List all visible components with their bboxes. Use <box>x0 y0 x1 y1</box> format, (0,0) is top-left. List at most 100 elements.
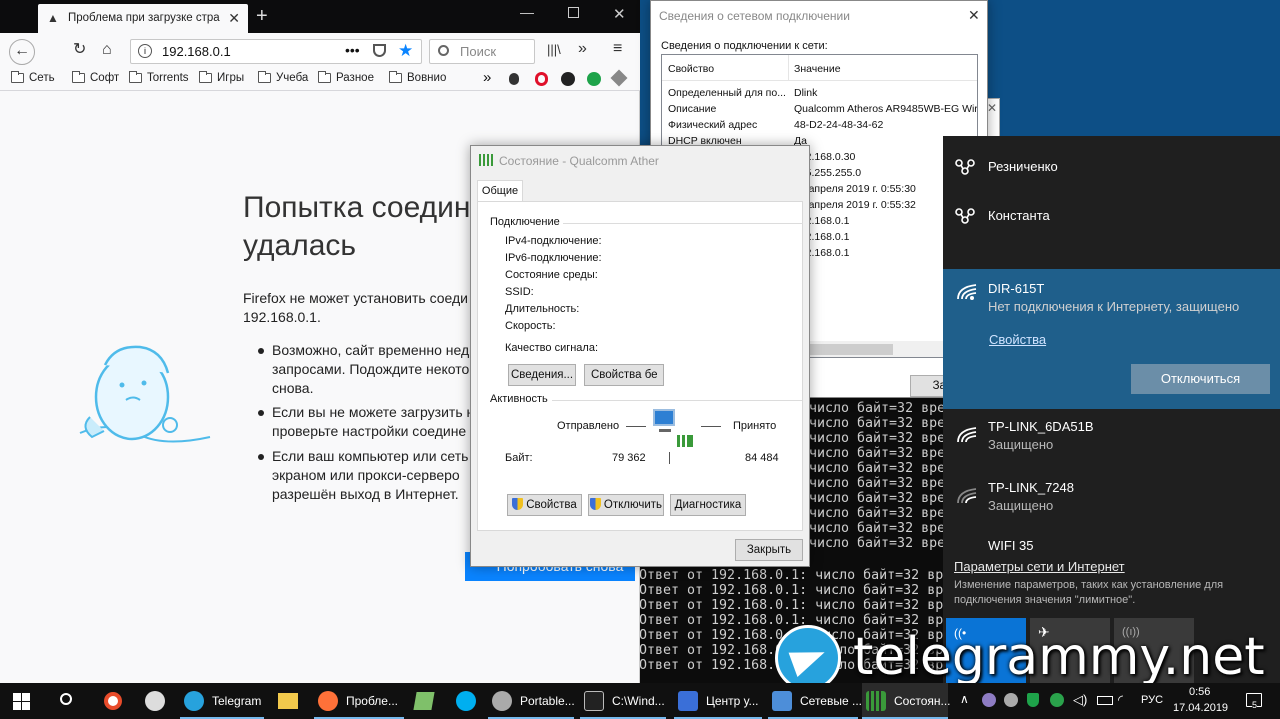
browser-tab[interactable]: ▲ Проблема при загрузке стра ✕ <box>38 4 248 33</box>
github-icon[interactable] <box>561 72 575 86</box>
clock-date[interactable]: 17.04.2019 <box>1173 702 1228 714</box>
reload-icon[interactable]: ↻ <box>73 40 86 60</box>
bullet-text: Если вы не можете загрузить н <box>272 404 475 420</box>
app-circle-icon[interactable] <box>145 691 165 711</box>
yandex-icon[interactable] <box>104 692 122 710</box>
url-text[interactable]: 192.168.0.1 <box>162 44 231 59</box>
wifi-network-item[interactable]: TP-LINK_7248 Защищено <box>943 477 1280 525</box>
network-name: Константа <box>988 208 1050 223</box>
wifi-network-connected[interactable]: DIR-615T Нет подключения к Интернету, за… <box>943 269 1280 409</box>
error-description: 192.168.0.1. <box>243 309 321 325</box>
tab-general[interactable]: Общие <box>477 180 523 202</box>
tray-chevron-icon[interactable]: ∧ <box>960 692 969 706</box>
properties-link[interactable]: Свойства <box>989 332 1046 347</box>
taskbar-network-connections[interactable]: Сетевые ... <box>768 683 862 719</box>
network-settings-link[interactable]: Параметры сети и Интернет <box>954 559 1125 574</box>
wifi-network-item[interactable]: WIFI 35 <box>943 536 1280 550</box>
taskbar-network-center[interactable]: Центр у... <box>674 683 762 719</box>
library-icon[interactable]: |||\ <box>547 40 561 60</box>
details-caption: Сведения о подключении к сети: <box>661 40 828 52</box>
wireless-properties-button[interactable]: Свойства бе <box>584 364 664 386</box>
extension-tag-icon[interactable] <box>610 69 628 87</box>
telegram-icon <box>184 691 204 711</box>
wifi-network-item[interactable]: Резниченко <box>943 144 1280 190</box>
console-line: число байт=32 врем <box>809 476 954 491</box>
taskbar-status[interactable]: Состоян... <box>862 683 951 719</box>
wifi-secured-icon <box>955 208 975 224</box>
search-placeholder: Поиск <box>460 44 497 59</box>
column-header[interactable]: Значение <box>794 63 841 76</box>
bookmark-folder[interactable]: Разное <box>318 71 374 84</box>
bookmark-folder[interactable]: Учеба <box>258 71 308 84</box>
url-bar[interactable]: i 192.168.0.1 ••• ★ <box>130 39 422 64</box>
taskbar-telegram[interactable]: Telegram <box>180 683 264 719</box>
bookmark-label: Игры <box>217 72 245 84</box>
back-button-icon[interactable]: ← <box>9 39 35 65</box>
wifi-network-item[interactable]: TP-LINK_6DA51B Защищено <box>943 416 1280 464</box>
window-title: Сведения о сетевом подключении <box>659 9 850 23</box>
tray-app-icon[interactable] <box>982 693 996 707</box>
disable-button[interactable]: Отключить <box>588 494 664 516</box>
details-button[interactable]: Сведения... <box>508 364 576 386</box>
close-icon[interactable]: ✕ <box>987 101 997 115</box>
column-header[interactable]: Свойство <box>668 63 714 76</box>
bookmark-folder[interactable]: Torrents <box>129 71 189 84</box>
settings-description: подключения значения "лимитное". <box>954 594 1136 606</box>
start-windows-icon[interactable] <box>13 693 30 710</box>
maximize-icon[interactable] <box>568 7 579 18</box>
opera-icon[interactable] <box>535 72 548 86</box>
overflow-icon[interactable]: » <box>578 39 587 59</box>
battery-icon[interactable] <box>1097 696 1113 705</box>
notepad-icon[interactable] <box>413 692 435 710</box>
home-icon[interactable]: ⌂ <box>102 40 112 60</box>
close-tab-icon[interactable]: ✕ <box>228 4 240 32</box>
speaker-icon[interactable]: ◁) <box>1073 692 1087 708</box>
search-box[interactable]: Поиск <box>429 39 535 64</box>
close-window-icon[interactable]: ✕ <box>613 5 626 23</box>
close-icon[interactable]: ✕ <box>968 7 980 24</box>
properties-button[interactable]: Свойства <box>507 494 582 516</box>
bullet-text: снова. <box>272 380 314 396</box>
more-bookmarks-icon[interactable]: » <box>483 69 491 86</box>
extension-green-icon[interactable] <box>587 72 601 86</box>
minimize-icon[interactable]: — <box>520 4 534 20</box>
wifi-signal-icon <box>957 284 977 300</box>
table-header: Свойство Значение <box>662 55 977 81</box>
extension-drop-icon[interactable] <box>509 73 519 85</box>
folder-icon <box>258 71 271 83</box>
search-icon[interactable] <box>60 693 72 705</box>
wifi-network-item[interactable]: Константа <box>943 193 1280 239</box>
bookmark-folder[interactable]: Игры <box>199 71 245 84</box>
taskbar-portable[interactable]: Portable... <box>488 683 575 719</box>
menu-icon[interactable]: ≡ <box>613 39 622 59</box>
bullet-text: разрешён выход в Интернет. <box>272 486 459 502</box>
pocket-icon[interactable] <box>373 44 386 57</box>
diagnose-button[interactable]: Диагностика <box>670 494 746 516</box>
wifi-tray-icon[interactable]: ◜ <box>1118 692 1123 708</box>
input-language[interactable]: РУС <box>1141 694 1163 706</box>
tray-app-icon[interactable] <box>1050 693 1064 707</box>
disconnect-button[interactable]: Отключиться <box>1131 364 1270 394</box>
taskbar-firefox[interactable]: Пробле... <box>314 683 404 719</box>
wifi-signal-icon <box>957 427 977 443</box>
shield-tray-icon[interactable] <box>1027 693 1039 707</box>
folder-icon <box>129 71 142 83</box>
console-icon <box>584 691 604 711</box>
close-button[interactable]: Закрыть <box>735 539 803 561</box>
skype-icon[interactable] <box>456 691 476 711</box>
taskbar-cmd[interactable]: C:\Wind... <box>580 683 666 719</box>
field-label: IPv4-подключение: <box>505 235 602 247</box>
bookmark-folder[interactable]: Софт <box>72 71 119 84</box>
bullet-text: запросами. Подождите некото <box>272 361 470 377</box>
page-actions-icon[interactable]: ••• <box>345 42 360 58</box>
bookmark-folder[interactable]: Сеть <box>11 71 55 84</box>
new-tab-icon[interactable]: + <box>256 5 268 28</box>
info-icon[interactable]: i <box>138 44 152 58</box>
bookmark-star-icon[interactable]: ★ <box>398 41 413 61</box>
clock-time[interactable]: 0:56 <box>1189 686 1210 698</box>
file-explorer-icon[interactable] <box>278 693 298 709</box>
bookmark-folder[interactable]: Вовнио <box>389 71 446 84</box>
network-name: Резниченко <box>988 159 1058 174</box>
tab-strip: ▲ Проблема при загрузке стра ✕ + — ✕ <box>0 0 640 33</box>
tray-app-icon[interactable] <box>1004 693 1018 707</box>
